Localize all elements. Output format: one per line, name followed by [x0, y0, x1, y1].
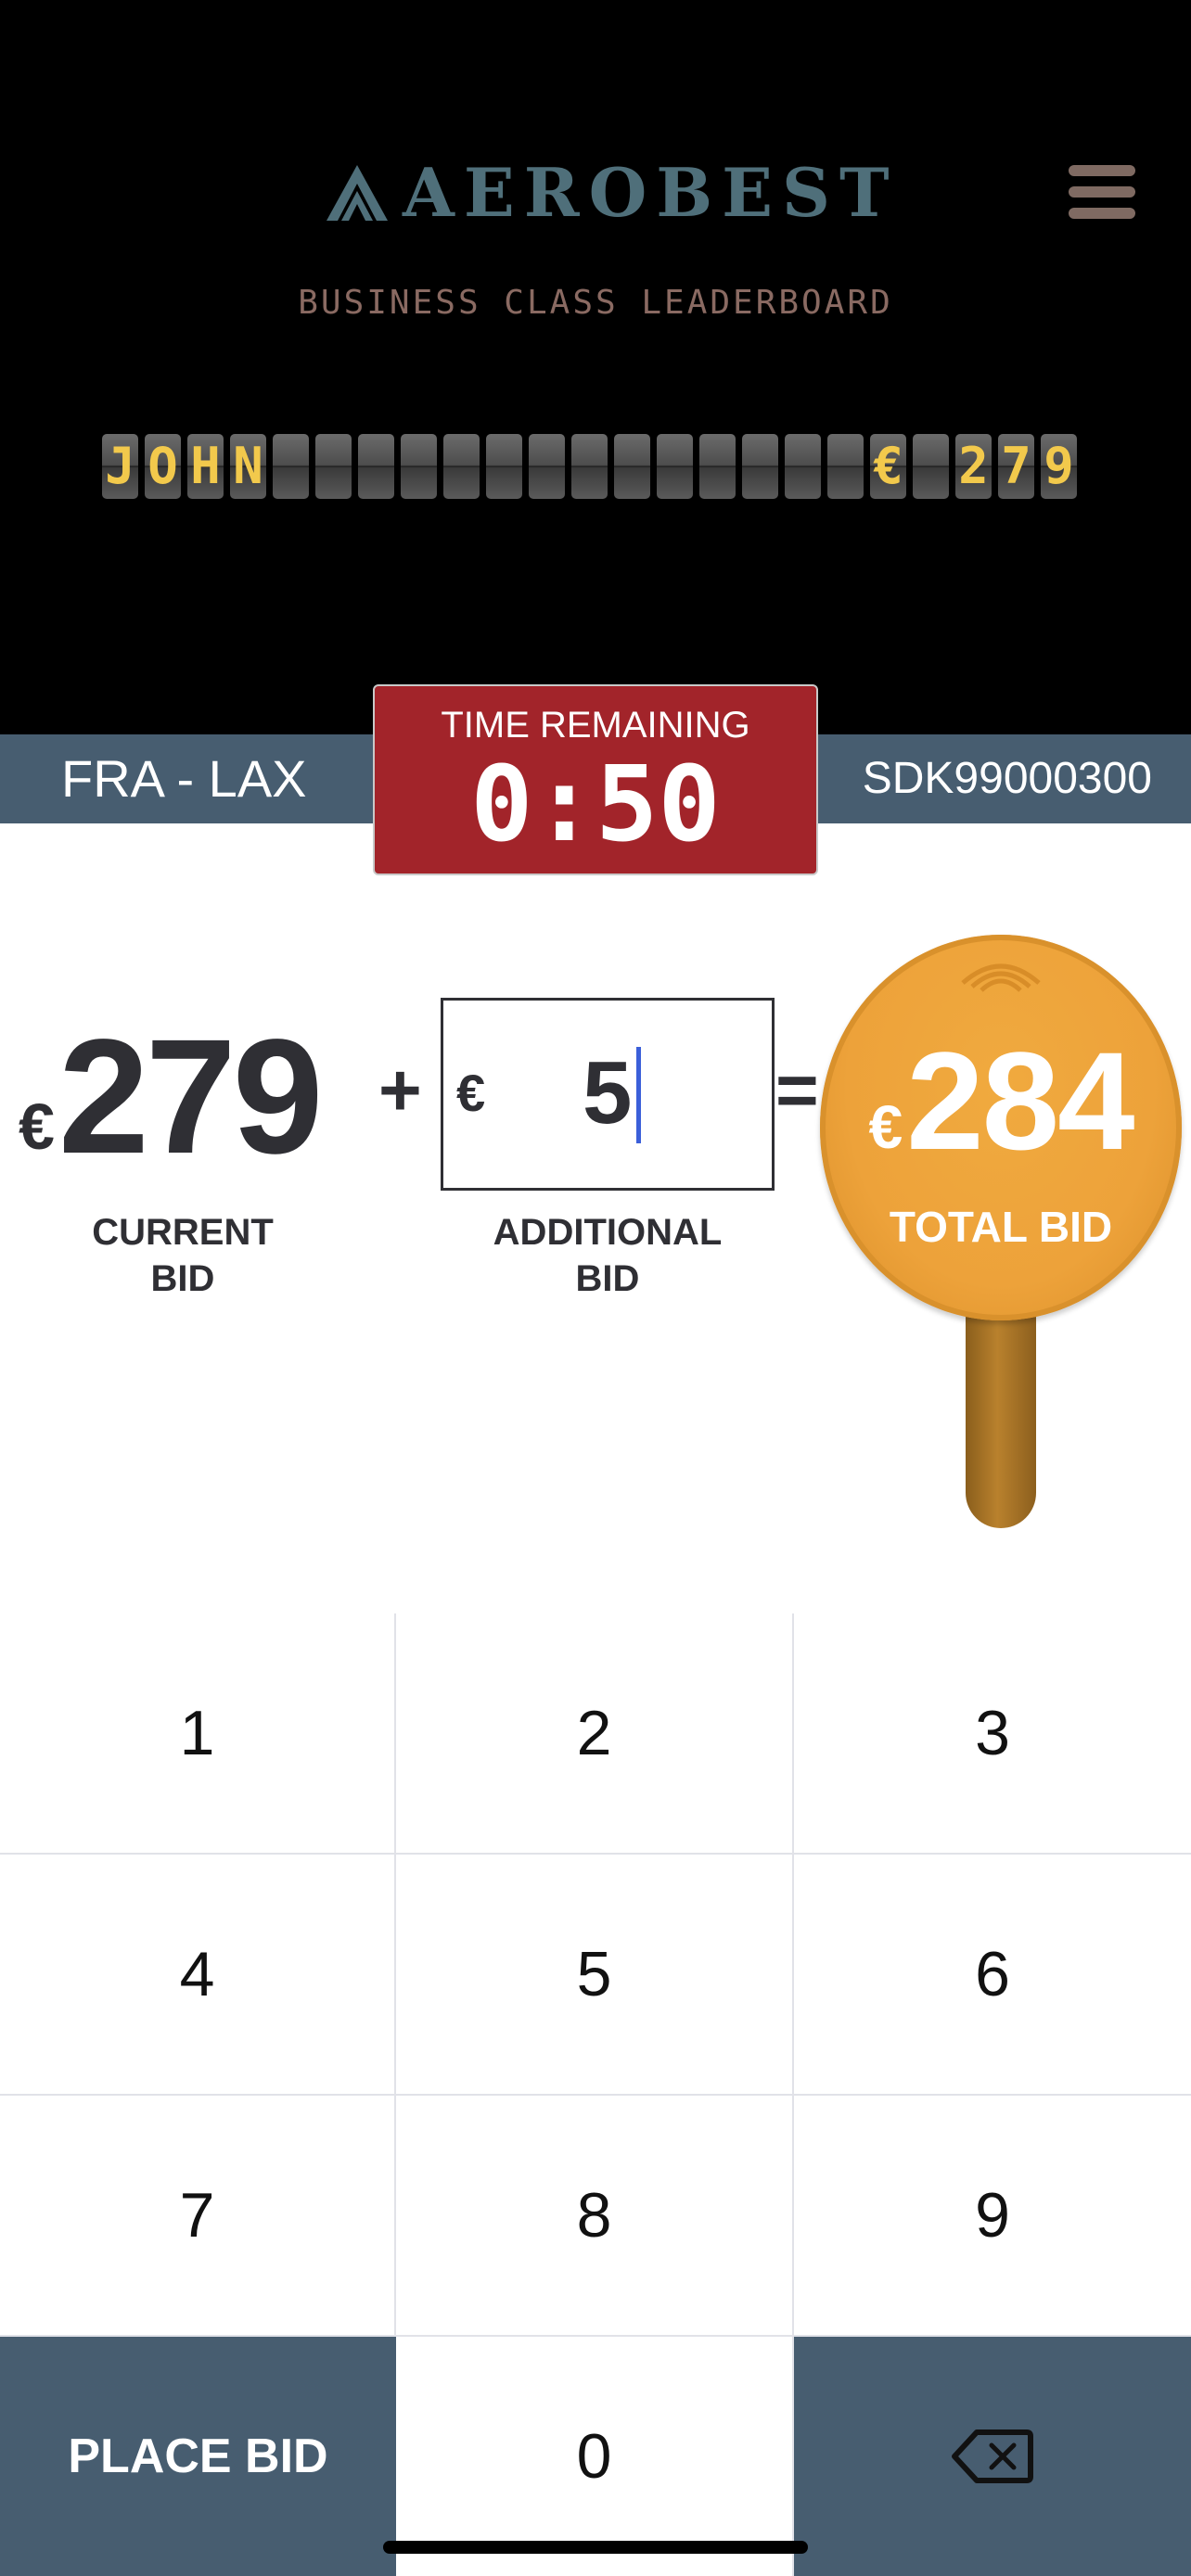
flap-tile: J: [102, 434, 138, 499]
header: AEROBEST BUSINESS CLASS LEADERBOARD JOHN…: [0, 0, 1191, 734]
flap-tile: [529, 434, 565, 499]
timer-label: TIME REMAINING: [441, 705, 750, 746]
flap-tile: H: [187, 434, 224, 499]
menu-line: [1069, 208, 1135, 219]
flap-tile: [657, 434, 693, 499]
total-bid-label: TOTAL BID: [889, 1203, 1113, 1251]
flap-tile: [785, 434, 821, 499]
flap-tile: [358, 434, 394, 499]
text-caret: [636, 1047, 641, 1143]
additional-bid-label-line2: BID: [575, 1258, 640, 1299]
flap-tile: [742, 434, 778, 499]
brand-logo: AEROBEST: [325, 156, 899, 230]
total-bid-currency: €: [868, 1092, 903, 1161]
flap-tile: [827, 434, 864, 499]
backspace-button[interactable]: [794, 2337, 1191, 2576]
current-bid: € 279: [19, 1006, 324, 1188]
numeric-keypad: 1 2 3 4 5 6 7 8 9 PLACE BID 0: [0, 1613, 1191, 2576]
paddle-grip-icon: [961, 963, 1041, 992]
total-bid-paddle: € 284 TOTAL BID: [820, 935, 1182, 1320]
key-3[interactable]: 3: [794, 1613, 1191, 1855]
additional-bid-input[interactable]: € 5: [441, 998, 775, 1191]
key-7[interactable]: 7: [0, 2096, 396, 2337]
menu-line: [1069, 186, 1135, 198]
flap-tile: [699, 434, 736, 499]
key-2[interactable]: 2: [396, 1613, 794, 1855]
key-5[interactable]: 5: [396, 1855, 794, 2096]
menu-line: [1069, 165, 1135, 176]
flap-tile: [401, 434, 437, 499]
home-indicator: [383, 2541, 808, 2554]
total-bid-amount: € 284: [820, 1031, 1182, 1170]
current-bid-label: CURRENT BID: [56, 1209, 310, 1302]
current-bid-currency: €: [19, 1090, 55, 1163]
total-bid-value: 284: [906, 1023, 1134, 1179]
equals-sign: =: [775, 1049, 819, 1131]
flap-tile: [571, 434, 608, 499]
hamburger-menu-icon[interactable]: [1069, 165, 1135, 219]
bid-paddle-handle: [966, 1298, 1036, 1528]
leaderboard-subtitle: BUSINESS CLASS LEADERBOARD: [298, 284, 893, 322]
key-6[interactable]: 6: [794, 1855, 1191, 2096]
key-4[interactable]: 4: [0, 1855, 396, 2096]
flap-tile: [443, 434, 480, 499]
key-9[interactable]: 9: [794, 2096, 1191, 2337]
additional-bid-label-line1: ADDITIONAL: [493, 1212, 723, 1253]
leader-split-flap-display: J O H N €2 7 9: [102, 434, 1077, 499]
flap-tile: O: [145, 434, 181, 499]
flap-tile: 9: [1041, 434, 1077, 499]
aerobest-logo-icon: [327, 165, 388, 221]
current-bid-label-line1: CURRENT: [92, 1212, 274, 1253]
time-remaining-timer: TIME REMAINING 0:50: [373, 684, 818, 875]
backspace-icon: [952, 2429, 1033, 2483]
flap-tile: 7: [998, 434, 1034, 499]
place-bid-button[interactable]: PLACE BID: [0, 2337, 396, 2576]
flap-tile: [315, 434, 352, 499]
flap-tile: [614, 434, 650, 499]
flap-tile: [913, 434, 949, 499]
current-bid-label-line2: BID: [150, 1258, 215, 1299]
additional-bid-label: ADDITIONAL BID: [468, 1209, 747, 1302]
flap-tile: 2: [955, 434, 992, 499]
flap-tile: €: [870, 434, 906, 499]
brand-name: AEROBEST: [403, 153, 899, 232]
flap-tile: N: [230, 434, 266, 499]
additional-bid-currency: €: [456, 1064, 486, 1122]
key-8[interactable]: 8: [396, 2096, 794, 2337]
key-1[interactable]: 1: [0, 1613, 396, 1855]
flight-code: SDK99000300: [862, 754, 1152, 803]
flap-tile: [486, 434, 522, 499]
timer-value: 0:50: [470, 745, 721, 865]
plus-sign: +: [378, 1049, 422, 1131]
flap-tile: [273, 434, 309, 499]
current-bid-value: 279: [58, 1006, 324, 1188]
additional-bid-value: 5: [583, 1043, 633, 1142]
route-label: FRA - LAX: [61, 749, 307, 808]
